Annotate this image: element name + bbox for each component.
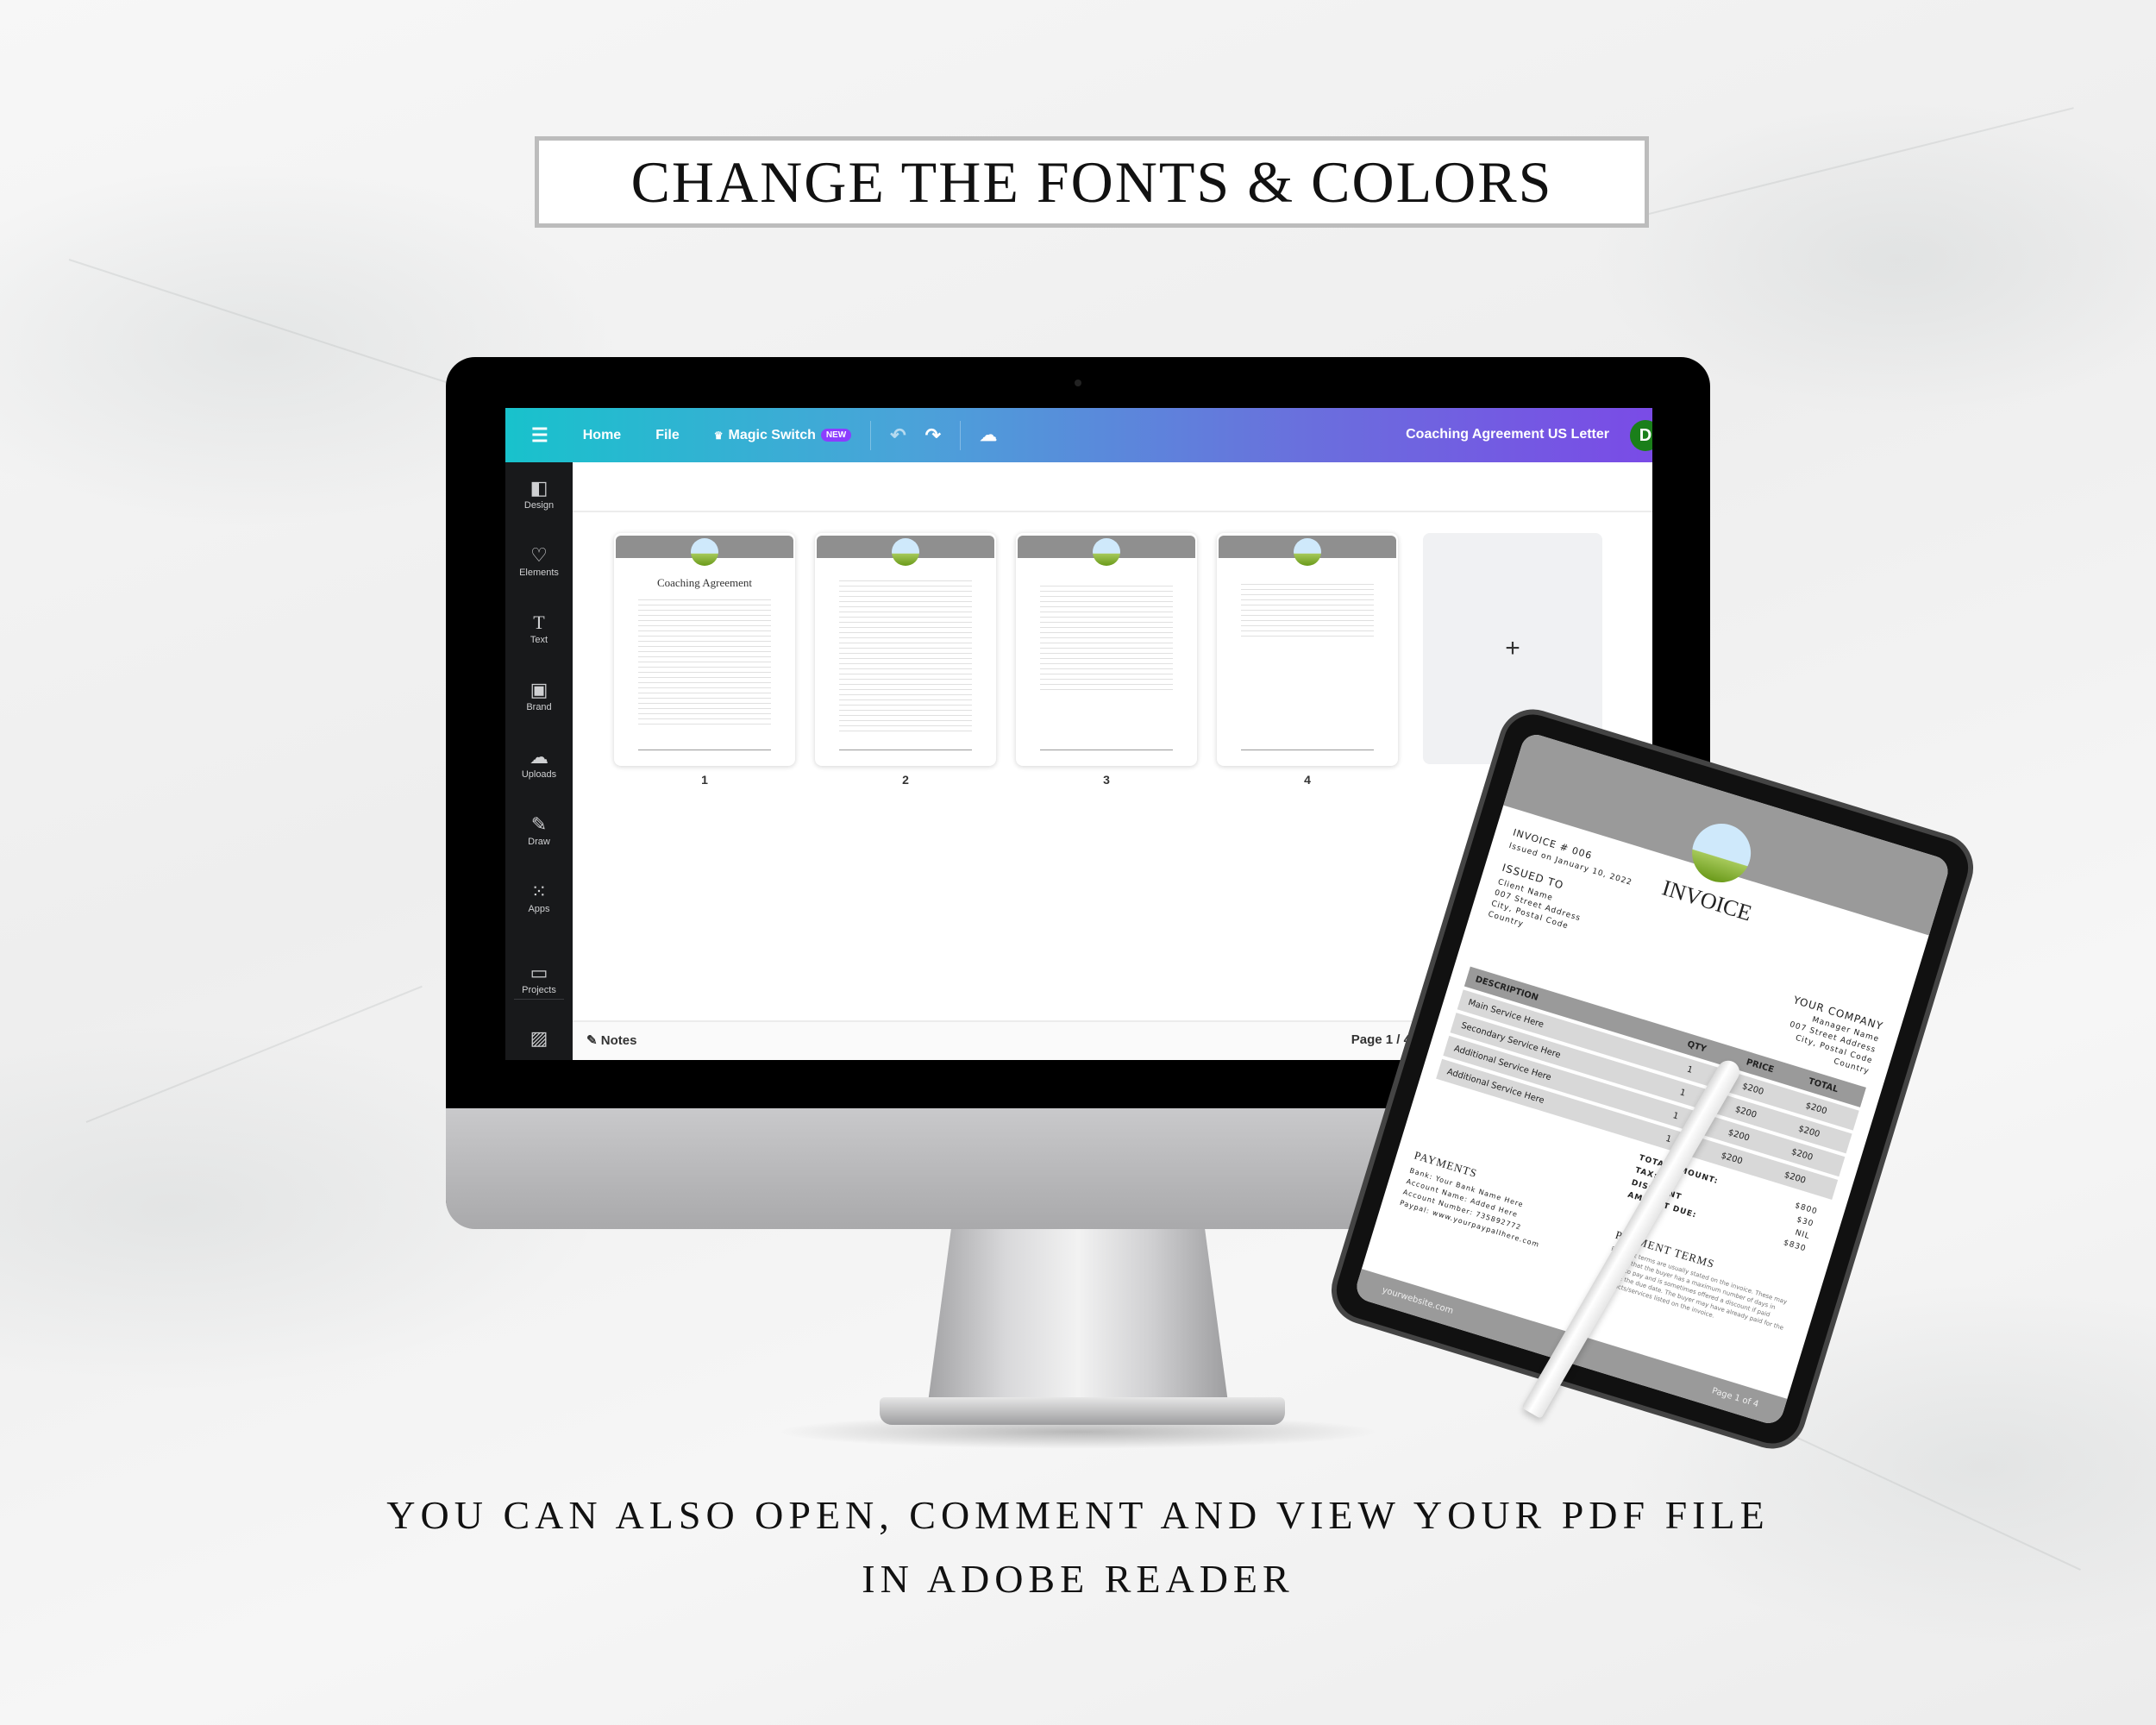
magic-switch-button[interactable]: ♛ Magic Switch NEW bbox=[713, 427, 852, 443]
sidebar-label: Design bbox=[523, 500, 555, 511]
user-avatar[interactable]: D bbox=[1630, 420, 1652, 451]
page-thumbnail-2[interactable] bbox=[815, 533, 996, 766]
notes-label: Notes bbox=[600, 1033, 637, 1048]
page-text-lines bbox=[839, 576, 972, 731]
image-icon: ▨ bbox=[530, 1027, 548, 1049]
new-badge: NEW bbox=[820, 429, 852, 442]
tax-value: $30 bbox=[1795, 1215, 1815, 1229]
landscape-logo bbox=[1294, 538, 1321, 566]
sidebar-label: Uploads bbox=[521, 769, 557, 780]
page-thumbnail-1[interactable]: Coaching Agreement bbox=[614, 533, 795, 766]
magic-switch-label: Magic Switch bbox=[728, 427, 816, 442]
plus-icon: + bbox=[1505, 634, 1520, 662]
page-number: 1 bbox=[701, 773, 708, 787]
page-thumbnail-3[interactable] bbox=[1016, 533, 1197, 766]
sidebar-item-apps[interactable]: ⁙ Apps bbox=[505, 881, 573, 915]
marble-vein bbox=[1638, 107, 2074, 217]
sidebar-item-photos[interactable]: ▨ bbox=[505, 1028, 573, 1049]
page-thumbnail-4[interactable] bbox=[1217, 533, 1398, 766]
page-number: 4 bbox=[1304, 773, 1311, 787]
caption-line-2: IN ADOBE READER bbox=[862, 1557, 1294, 1601]
editor-sidebar: ◧ Design ♡ Elements T Text ▣ Brand ☁ Uploads … bbox=[505, 462, 573, 1060]
editor-subbar bbox=[573, 462, 1652, 512]
page-indicator: Page 1 / 4 bbox=[1351, 1032, 1411, 1047]
redo-icon[interactable]: ↷ bbox=[925, 424, 941, 447]
landscape-logo bbox=[892, 538, 919, 566]
menu-icon[interactable]: ☰ bbox=[531, 424, 548, 447]
page-text-lines bbox=[1241, 580, 1374, 640]
landscape-logo bbox=[1093, 538, 1120, 566]
topbar-divider bbox=[870, 420, 872, 450]
marble-vein bbox=[68, 259, 479, 394]
marble-vein bbox=[85, 985, 423, 1123]
sidebar-item-elements[interactable]: ♡ Elements bbox=[505, 544, 573, 579]
notes-icon: ✎ bbox=[586, 1033, 598, 1048]
page-number: 2 bbox=[902, 773, 909, 787]
page-title: Coaching Agreement bbox=[656, 576, 753, 589]
footer-website: yourwebsite.com bbox=[1381, 1285, 1455, 1316]
page-number: 3 bbox=[1103, 773, 1110, 787]
sidebar-item-brand[interactable]: ▣ Brand bbox=[505, 679, 573, 713]
crown-icon: ♛ bbox=[713, 429, 724, 442]
sidebar-item-draw[interactable]: ✎ Draw bbox=[505, 813, 573, 848]
document-title[interactable]: Coaching Agreement US Letter bbox=[1406, 427, 1609, 442]
monitor-camera bbox=[1075, 380, 1081, 386]
cloud-save-icon[interactable]: ☁ bbox=[980, 424, 997, 446]
sidebar-item-projects[interactable]: ▭ Projects bbox=[505, 962, 573, 996]
sidebar-label: Draw bbox=[528, 837, 550, 847]
sidebar-label: Projects bbox=[522, 985, 556, 995]
landscape-logo bbox=[691, 538, 718, 566]
draw-icon: ✎ bbox=[530, 813, 548, 835]
notes-button[interactable]: ✎ Notes bbox=[586, 1032, 636, 1048]
editor-topbar: ☰ Home File ♛ Magic Switch NEW ↶ ↷ ☁ Coa… bbox=[505, 408, 1652, 462]
page-text-lines bbox=[1040, 581, 1173, 693]
caption-line-1: YOU CAN ALSO OPEN, COMMENT AND VIEW YOUR… bbox=[386, 1493, 1770, 1537]
total-amount-value: $800 bbox=[1793, 1201, 1819, 1217]
topbar-divider bbox=[960, 420, 962, 450]
upload-cloud-icon: ☁ bbox=[530, 746, 548, 768]
apps-grid-icon: ⁙ bbox=[530, 881, 548, 902]
text-icon: T bbox=[533, 612, 545, 633]
page-text-lines bbox=[638, 595, 771, 724]
sidebar-item-text[interactable]: T Text bbox=[505, 612, 573, 646]
sidebar-divider bbox=[514, 999, 564, 1000]
sidebar-label: Text bbox=[530, 635, 548, 645]
monitor-base bbox=[880, 1397, 1285, 1425]
folder-icon: ▭ bbox=[530, 962, 548, 983]
amount-due-value: $830 bbox=[1782, 1239, 1808, 1254]
footer-page: Page 1 of 4 bbox=[1710, 1386, 1760, 1410]
sidebar-item-design[interactable]: ◧ Design bbox=[505, 478, 573, 511]
file-menu[interactable]: File bbox=[655, 428, 680, 443]
discount-value: NIL bbox=[1794, 1228, 1811, 1242]
undo-icon[interactable]: ↶ bbox=[890, 424, 906, 447]
sidebar-label: Elements bbox=[519, 568, 559, 578]
sidebar-label: Brand bbox=[526, 702, 552, 712]
brand-icon: ▣ bbox=[530, 679, 548, 700]
sidebar-label: Apps bbox=[528, 904, 550, 914]
headline: CHANGE THE FONTS & COLORS bbox=[630, 148, 1553, 215]
headline-box: CHANGE THE FONTS & COLORS bbox=[535, 136, 1649, 228]
design-icon: ◧ bbox=[530, 477, 548, 499]
elements-icon: ♡ bbox=[530, 544, 548, 566]
home-menu[interactable]: Home bbox=[583, 428, 621, 443]
monitor-stand bbox=[925, 1228, 1231, 1418]
sidebar-item-uploads[interactable]: ☁ Uploads bbox=[505, 746, 573, 781]
